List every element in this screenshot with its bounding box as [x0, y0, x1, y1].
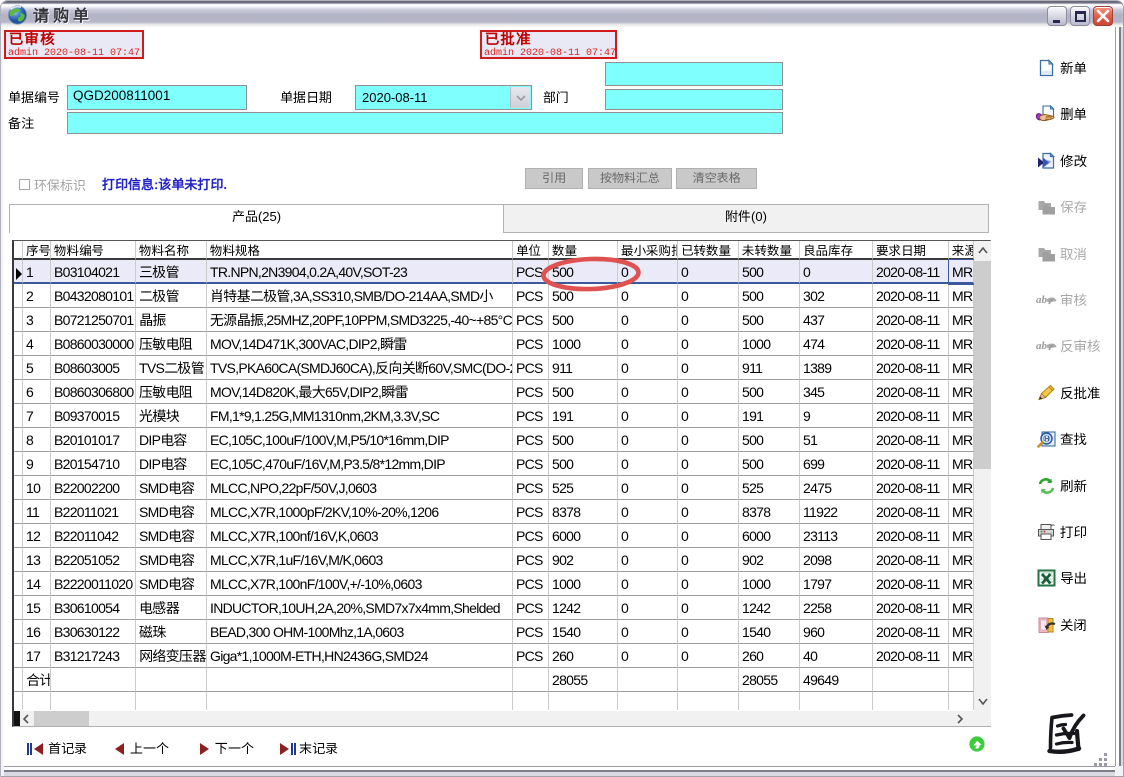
svg-text:ab: ab [1036, 340, 1048, 352]
svg-text:H: H [1044, 436, 1049, 443]
svg-text:ab: ab [1036, 294, 1048, 306]
